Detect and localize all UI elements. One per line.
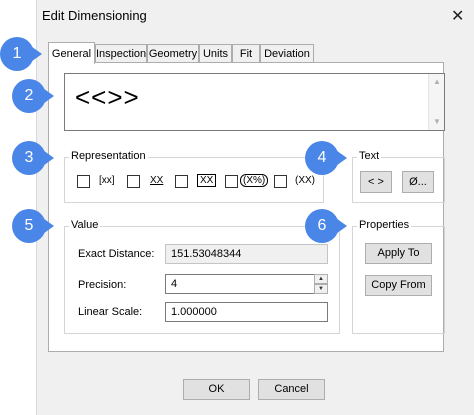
dimension-text-input[interactable]: <<>> ▲ ▼ — [64, 73, 445, 131]
representation-label: Representation — [69, 150, 148, 162]
representation-symbol-boxed: XX — [197, 174, 217, 187]
precision-decrement-icon[interactable]: ▼ — [314, 284, 328, 294]
tab-inspection[interactable]: Inspection — [95, 44, 147, 62]
representation-checkbox-5[interactable] — [274, 175, 287, 188]
apply-to-button[interactable]: Apply To — [365, 243, 432, 264]
linear-scale-label: Linear Scale: — [78, 306, 143, 318]
tab-fit[interactable]: Fit — [232, 44, 260, 62]
precision-increment-icon[interactable]: ▲ — [314, 274, 328, 284]
text-group-label: Text — [357, 150, 382, 162]
callout-marker-2: 2 — [12, 79, 54, 113]
representation-symbol-percent: (X%) — [240, 174, 269, 187]
callout-marker-4: 4 — [305, 141, 347, 175]
callout-marker-3: 3 — [12, 141, 54, 175]
callout-marker-1: 1 — [0, 37, 42, 71]
representation-checkbox-2[interactable] — [127, 175, 140, 188]
insert-measurement-button[interactable]: < > — [360, 171, 392, 193]
tab-general[interactable]: General — [48, 42, 95, 64]
ok-button[interactable]: OK — [183, 379, 250, 400]
copy-from-button[interactable]: Copy From — [365, 275, 432, 296]
tab-units[interactable]: Units — [199, 44, 232, 62]
callout-marker-5: 5 — [12, 209, 54, 243]
representation-symbol-brackets: [xx] — [99, 175, 115, 186]
tab-deviation[interactable]: Deviation — [260, 44, 314, 62]
value-group-label: Value — [69, 219, 101, 231]
representation-checkbox-4[interactable] — [225, 175, 238, 188]
representation-checkbox-1[interactable] — [77, 175, 90, 188]
precision-field[interactable]: 4 — [165, 274, 315, 294]
exact-distance-field: 151.53048344 — [165, 244, 328, 264]
dialog-title: Edit Dimensioning — [42, 8, 147, 23]
text-scrollbar[interactable]: ▲ ▼ — [428, 74, 444, 130]
diameter-symbol-button[interactable]: Ø... — [402, 171, 434, 193]
properties-group-label: Properties — [357, 219, 412, 231]
close-icon[interactable]: ✕ — [451, 6, 464, 26]
scroll-up-icon[interactable]: ▲ — [429, 75, 445, 89]
cancel-button[interactable]: Cancel — [258, 379, 325, 400]
linear-scale-field[interactable]: 1.000000 — [165, 302, 328, 322]
representation-symbol-underline: XX — [150, 175, 164, 186]
tab-geometry[interactable]: Geometry — [147, 44, 199, 62]
representation-symbol-parentheses: (XX) — [295, 175, 315, 186]
dimension-text-value: <<>> — [75, 82, 140, 112]
scroll-down-icon[interactable]: ▼ — [429, 115, 445, 129]
representation-checkbox-3[interactable] — [175, 175, 188, 188]
exact-distance-label: Exact Distance: — [78, 248, 155, 260]
callout-marker-6: 6 — [305, 209, 347, 243]
precision-label: Precision: — [78, 279, 127, 291]
